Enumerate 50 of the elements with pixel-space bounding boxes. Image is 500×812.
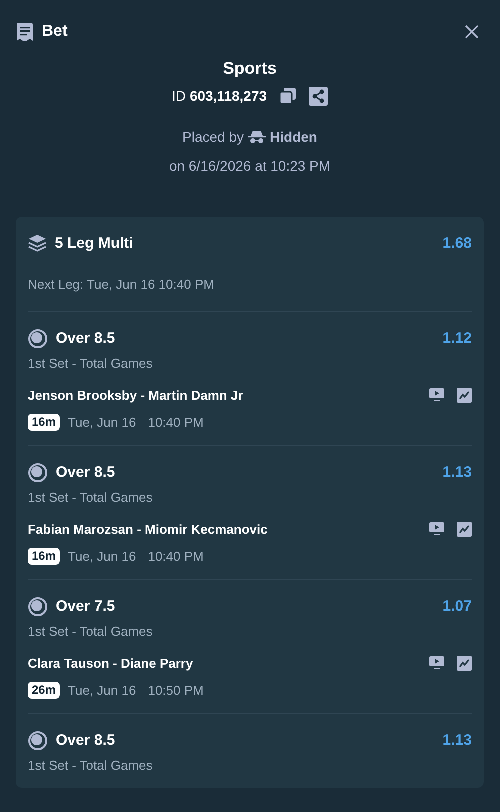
tennis-ball-icon — [28, 730, 48, 751]
market-name: 1st Set - Total Games — [28, 489, 153, 507]
countdown-badge: 16m — [28, 414, 60, 432]
start-date: Tue, Jun 16 — [68, 682, 136, 700]
selection-title: Over 8.5 — [56, 462, 116, 482]
next-leg-time: Next Leg: Tue, Jun 16 10:40 PM — [28, 276, 214, 294]
start-time: 10:40 PM — [148, 414, 204, 432]
id-label: ID — [172, 86, 186, 106]
layers-icon — [28, 234, 47, 254]
share-icon[interactable] — [309, 86, 328, 106]
start-time: 10:40 PM — [148, 548, 204, 566]
live-stream-icon[interactable] — [429, 388, 445, 402]
odds: 1.13 — [442, 730, 472, 750]
receipt-icon — [16, 22, 34, 42]
live-stream-icon[interactable] — [429, 522, 445, 536]
multi-title: 5 Leg Multi — [55, 234, 134, 254]
countdown-badge: 16m — [28, 548, 60, 566]
selection-title: Over 8.5 — [56, 730, 116, 750]
incognito-icon — [248, 130, 266, 144]
start-date: Tue, Jun 16 — [68, 414, 136, 432]
market-name: 1st Set - Total Games — [28, 623, 153, 641]
start-time: 10:50 PM — [148, 682, 204, 700]
stats-chart-icon[interactable] — [457, 522, 472, 537]
stats-chart-icon[interactable] — [457, 656, 472, 671]
odds: 1.07 — [442, 596, 472, 616]
total-odds: 1.68 — [442, 234, 472, 254]
placed-by-user: Hidden — [270, 128, 318, 146]
match-name: Jenson Brooksby - Martin Damn Jr — [28, 386, 244, 405]
odds: 1.13 — [442, 462, 472, 482]
tennis-ball-icon — [28, 462, 48, 483]
match-name: Clara Tauson - Diane Parry — [28, 654, 194, 673]
odds: 1.12 — [442, 328, 472, 348]
match-name: Fabian Marozsan - Miomir Kecmanovic — [28, 520, 268, 538]
placed-date: on 6/16/2026 at 10:23 PM — [169, 156, 331, 176]
placed-by-label: Placed by — [182, 128, 244, 147]
copy-icon[interactable] — [279, 87, 298, 105]
countdown-badge: 26m — [28, 682, 60, 700]
market-name: 1st Set - Total Games — [28, 355, 153, 373]
live-stream-icon[interactable] — [429, 656, 445, 670]
bet-category: Sports — [223, 58, 277, 80]
market-name: 1st Set - Total Games — [28, 757, 153, 775]
start-date: Tue, Jun 16 — [68, 548, 136, 566]
close-icon — [464, 24, 480, 40]
tennis-ball-icon — [28, 328, 48, 349]
bet-id: 603,118,273 — [190, 86, 268, 106]
dialog-title: Bet — [42, 22, 68, 42]
stats-chart-icon[interactable] — [457, 388, 472, 403]
tennis-ball-icon — [28, 596, 48, 617]
selection-title: Over 7.5 — [56, 596, 116, 616]
selection-title: Over 8.5 — [56, 328, 116, 348]
